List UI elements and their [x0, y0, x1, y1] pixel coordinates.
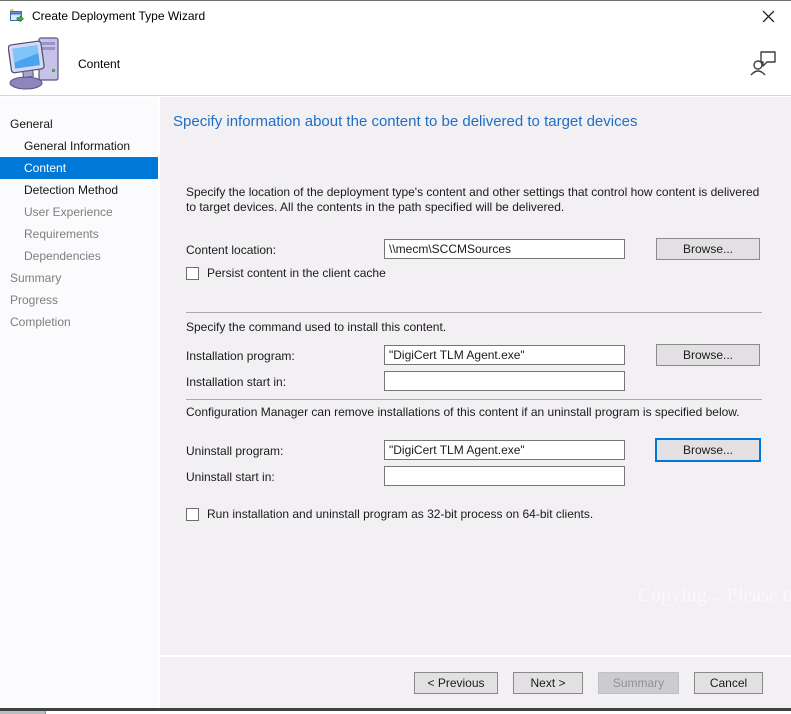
installation-program-label: Installation program:: [186, 349, 295, 363]
uninstall-program-input[interactable]: [384, 440, 625, 460]
sidebar-item-requirements: Requirements: [24, 227, 99, 241]
installation-start-in-label: Installation start in:: [186, 375, 287, 389]
uninstall-program-browse-button[interactable]: Browse...: [655, 438, 761, 462]
close-button[interactable]: [755, 4, 781, 28]
section-divider: [186, 312, 762, 313]
uninstall-start-in-input[interactable]: [384, 466, 625, 486]
window-title: Create Deployment Type Wizard: [32, 9, 206, 23]
faint-watermark-text: Copying... Please try: [637, 584, 791, 606]
create-deployment-type-wizard-window: Create Deployment Type Wizard Content Ge…: [0, 0, 791, 714]
header-page-label: Content: [78, 57, 121, 71]
wizard-footer: < Previous Next > Summary Cancel: [160, 655, 791, 708]
bitness-check-row: Run installation and uninstall program a…: [186, 507, 593, 521]
section-divider: [186, 399, 762, 400]
summary-button: Summary: [598, 671, 679, 694]
window-bottom-edge: [0, 708, 791, 714]
next-button[interactable]: Next >: [513, 671, 583, 694]
bitness-label: Run installation and uninstall program a…: [207, 507, 594, 521]
cancel-button[interactable]: Cancel: [694, 671, 763, 694]
persist-content-check-row: Persist content in the client cache: [186, 266, 386, 280]
persist-content-label: Persist content in the client cache: [207, 266, 386, 280]
install-section-text: Specify the command used to install this…: [186, 320, 447, 334]
sidebar-item-progress: Progress: [10, 293, 59, 307]
sidebar-item-summary: Summary: [10, 271, 62, 285]
sidebar-item-content[interactable]: Content: [0, 157, 158, 179]
computer-icon: [8, 37, 59, 90]
content-page: Specify information about the content to…: [160, 97, 791, 655]
uninstall-program-label: Uninstall program:: [186, 444, 284, 458]
page-intro-text: Specify the location of the deployment t…: [186, 185, 760, 214]
sidebar-item-completion: Completion: [10, 315, 71, 329]
sidebar-item-general[interactable]: General: [0, 113, 158, 135]
close-icon: [762, 10, 774, 22]
wizard-steps-sidebar: General General Information Content Dete…: [0, 97, 160, 708]
content-location-label: Content location:: [186, 243, 277, 257]
sidebar-item-user-experience: User Experience: [24, 205, 113, 219]
persist-content-checkbox[interactable]: [186, 266, 199, 280]
previous-button[interactable]: < Previous: [414, 671, 498, 694]
window-border-line: [0, 708, 791, 711]
installation-program-input[interactable]: [384, 345, 625, 365]
installation-start-in-input[interactable]: [384, 371, 625, 391]
content-location-browse-button[interactable]: Browse...: [656, 238, 760, 260]
wizard-app-icon: [10, 8, 24, 23]
uninstall-section-text: Configuration Manager can remove install…: [186, 405, 740, 419]
main-column: Specify information about the content to…: [160, 97, 791, 708]
content-location-input[interactable]: [384, 239, 625, 259]
feedback-icon[interactable]: [749, 48, 779, 78]
bitness-checkbox[interactable]: [186, 507, 199, 521]
installation-program-browse-button[interactable]: Browse...: [656, 344, 760, 366]
sidebar-item-detection-method[interactable]: Detection Method: [0, 179, 158, 201]
page-heading: Specify information about the content to…: [173, 113, 638, 130]
wizard-body: General General Information Content Dete…: [0, 97, 791, 708]
title-bar: Create Deployment Type Wizard: [0, 1, 791, 31]
sidebar-item-general-information[interactable]: General Information: [0, 135, 158, 157]
wizard-header: Content: [0, 31, 791, 96]
sidebar-item-dependencies: Dependencies: [24, 249, 101, 263]
uninstall-start-in-label: Uninstall start in:: [186, 470, 275, 484]
